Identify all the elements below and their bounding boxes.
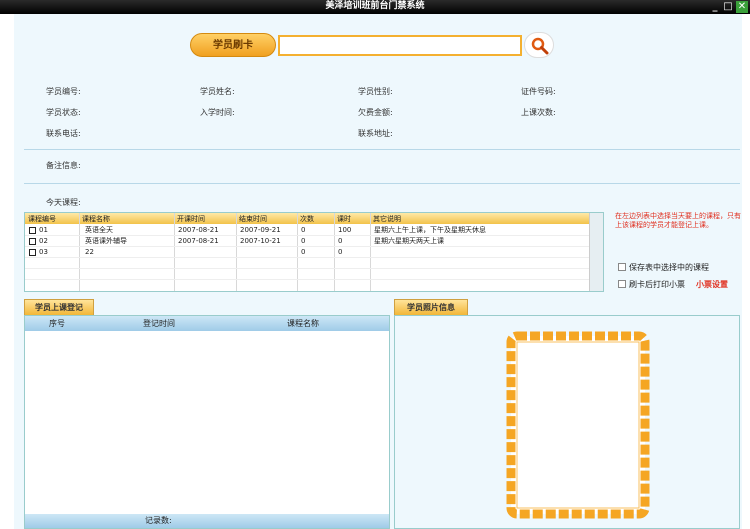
window-title: 美泽培训班前台门禁系统 xyxy=(325,1,425,11)
divider xyxy=(24,149,740,150)
photo-panel xyxy=(394,315,740,529)
student-name-label: 学员姓名: xyxy=(200,87,235,96)
photo-frame xyxy=(506,331,650,519)
today-courses-label: 今天课程: xyxy=(46,198,81,207)
col-header-register-time[interactable]: 登记时间 xyxy=(143,318,175,329)
close-button[interactable]: ✕ xyxy=(736,1,748,13)
attendance-header: 序号 登记时间 课程名称 xyxy=(25,316,389,331)
tab-attendance[interactable]: 学员上课登记 xyxy=(24,299,94,315)
attendance-footer: 记录数: xyxy=(25,514,389,528)
instruction-note: 在左边列表中选择当天要上的课程，只有上该课程的学员才能登记上课。 xyxy=(615,212,741,229)
col-header-course-name[interactable]: 课程名称 xyxy=(82,214,110,224)
address-label: 联系地址: xyxy=(358,129,393,138)
row-checkbox[interactable] xyxy=(29,249,36,256)
course-table-header xyxy=(25,213,603,224)
attendance-list: 序号 登记时间 课程名称 记录数: xyxy=(24,315,390,529)
phone-label: 联系电话: xyxy=(46,129,81,138)
row-checkbox[interactable] xyxy=(29,238,36,245)
enroll-time-label: 入学时间: xyxy=(200,108,235,117)
ticket-settings-link[interactable]: 小票设置 xyxy=(696,279,728,290)
tab-photo[interactable]: 学员照片信息 xyxy=(394,299,468,315)
course-table-scrollbar[interactable] xyxy=(589,213,603,291)
arrears-label: 欠费金额: xyxy=(358,108,393,117)
col-header-end-time[interactable]: 结束时间 xyxy=(239,214,267,224)
search-button[interactable] xyxy=(524,32,554,58)
col-header-course-no[interactable]: 课程编号 xyxy=(28,214,56,224)
remarks-label: 备注信息: xyxy=(46,161,81,170)
row-checkbox[interactable] xyxy=(29,227,36,234)
minimize-button[interactable]: _ xyxy=(709,1,721,13)
save-selected-checkbox[interactable] xyxy=(618,263,626,271)
title-bar: 美泽培训班前台门禁系统 _ □ ✕ xyxy=(0,0,750,14)
course-table: 课程编号 课程名称 开课时间 结束时间 次数 课时 其它说明 01 英语全天 2… xyxy=(24,212,604,292)
col-header-attend-course[interactable]: 课程名称 xyxy=(287,318,319,329)
col-header-start-time[interactable]: 开课时间 xyxy=(177,214,205,224)
maximize-button[interactable]: □ xyxy=(722,1,734,13)
status-label: 学员状态: xyxy=(46,108,81,117)
class-count-label: 上课次数: xyxy=(521,108,556,117)
col-header-hours[interactable]: 课时 xyxy=(337,214,351,224)
card-swipe-label: 学员刷卡 xyxy=(190,33,276,57)
print-ticket-label: 刷卡后打印小票 xyxy=(629,280,685,289)
col-header-notes[interactable]: 其它说明 xyxy=(373,214,401,224)
gender-label: 学员性别: xyxy=(358,87,393,96)
divider xyxy=(24,183,740,184)
id-no-label: 证件号码: xyxy=(521,87,556,96)
print-ticket-checkbox[interactable] xyxy=(618,280,626,288)
card-swipe-bar: 学员刷卡 xyxy=(190,32,566,58)
col-header-count[interactable]: 次数 xyxy=(300,214,314,224)
col-header-index[interactable]: 序号 xyxy=(49,318,65,329)
magnifier-icon xyxy=(531,37,549,55)
student-no-label: 学员编号: xyxy=(46,87,81,96)
save-selected-label: 保存表中选择中的课程 xyxy=(629,263,709,272)
record-count-label: 记录数: xyxy=(145,516,172,525)
card-number-input[interactable] xyxy=(278,35,522,56)
